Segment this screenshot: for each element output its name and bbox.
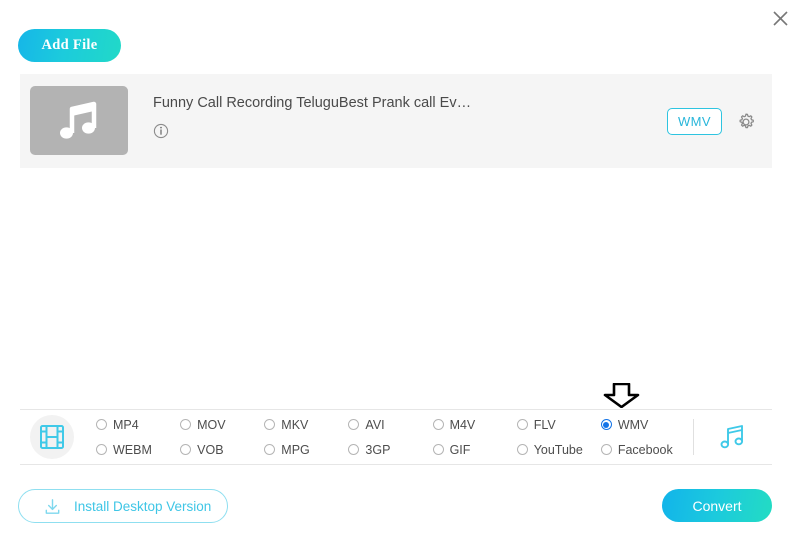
down-arrow-annotation	[603, 383, 640, 408]
file-thumbnail	[30, 86, 128, 155]
strip-divider	[693, 419, 694, 455]
add-file-button[interactable]: Add File	[18, 29, 121, 62]
output-format-badge[interactable]: WMV	[667, 108, 722, 135]
radio-icon	[264, 419, 275, 430]
file-list-item: Funny Call Recording TeluguBest Prank ca…	[20, 74, 772, 168]
convert-label: Convert	[692, 498, 741, 514]
format-option-facebook[interactable]: Facebook	[601, 437, 685, 462]
radio-icon	[180, 419, 191, 430]
format-option-label: WEBM	[113, 443, 152, 457]
file-settings-button[interactable]	[734, 110, 758, 134]
format-option-flv[interactable]: FLV	[517, 412, 601, 437]
add-file-label: Add File	[42, 37, 98, 54]
format-option-avi[interactable]: AVI	[348, 412, 432, 437]
radio-icon	[348, 444, 359, 455]
format-option-gif[interactable]: GIF	[433, 437, 517, 462]
radio-icon	[96, 444, 107, 455]
format-option-label: 3GP	[365, 443, 390, 457]
radio-icon	[517, 419, 528, 430]
format-option-3gp[interactable]: 3GP	[348, 437, 432, 462]
format-option-mp4[interactable]: MP4	[96, 412, 180, 437]
format-option-youtube[interactable]: YouTube	[517, 437, 601, 462]
radio-icon	[264, 444, 275, 455]
film-strip-icon	[39, 424, 65, 450]
radio-icon	[433, 444, 444, 455]
gear-icon	[734, 110, 758, 134]
info-circle-icon[interactable]	[153, 123, 169, 139]
format-option-label: M4V	[450, 418, 476, 432]
radio-icon	[180, 444, 191, 455]
format-option-label: MP4	[113, 418, 139, 432]
music-note-icon	[56, 100, 102, 142]
format-option-label: VOB	[197, 443, 223, 457]
radio-icon	[517, 444, 528, 455]
audio-category-button[interactable]	[716, 420, 750, 454]
format-option-label: GIF	[450, 443, 471, 457]
convert-button[interactable]: Convert	[662, 489, 772, 522]
close-window-button[interactable]	[766, 4, 794, 32]
format-option-m4v[interactable]: M4V	[433, 412, 517, 437]
down-arrow-annotation-icon	[603, 383, 640, 408]
install-desktop-version-button[interactable]: Install Desktop Version	[18, 489, 228, 523]
format-option-label: FLV	[534, 418, 556, 432]
format-option-mkv[interactable]: MKV	[264, 412, 348, 437]
format-selector-strip: MP4 MOV MKV AVI M4V FLV WMV WEBM	[20, 409, 772, 465]
close-icon	[772, 10, 789, 27]
file-info: Funny Call Recording TeluguBest Prank ca…	[153, 94, 582, 139]
format-option-label: Facebook	[618, 443, 673, 457]
download-icon	[43, 497, 62, 516]
music-note-icon	[719, 424, 747, 450]
format-option-mov[interactable]: MOV	[180, 412, 264, 437]
format-option-label: WMV	[618, 418, 649, 432]
format-options-grid: MP4 MOV MKV AVI M4V FLV WMV WEBM	[96, 412, 685, 462]
video-category-button[interactable]	[30, 415, 74, 459]
radio-icon	[433, 419, 444, 430]
radio-icon	[96, 419, 107, 430]
format-option-vob[interactable]: VOB	[180, 437, 264, 462]
radio-icon	[601, 444, 612, 455]
format-option-mpg[interactable]: MPG	[264, 437, 348, 462]
output-format-label: WMV	[678, 114, 711, 129]
format-option-label: AVI	[365, 418, 384, 432]
format-option-label: MOV	[197, 418, 225, 432]
format-option-webm[interactable]: WEBM	[96, 437, 180, 462]
format-option-wmv[interactable]: WMV	[601, 412, 685, 437]
format-option-label: MKV	[281, 418, 308, 432]
radio-icon	[601, 419, 612, 430]
radio-icon	[348, 419, 359, 430]
format-option-label: YouTube	[534, 443, 583, 457]
format-option-label: MPG	[281, 443, 309, 457]
install-desktop-version-label: Install Desktop Version	[74, 499, 211, 514]
file-title: Funny Call Recording TeluguBest Prank ca…	[153, 94, 582, 112]
